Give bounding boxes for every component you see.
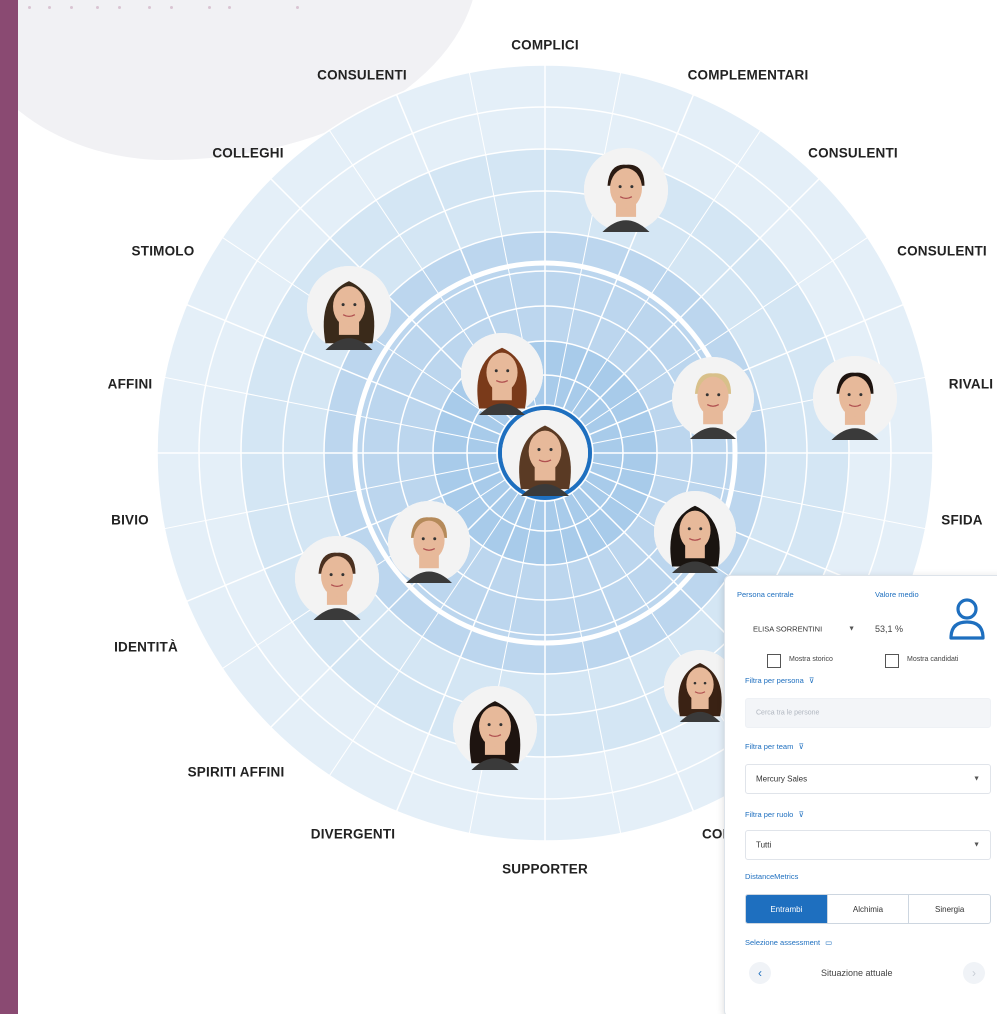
team-select[interactable]: Mercury Sales ▼ (745, 764, 991, 794)
show-candidates-checkbox[interactable] (885, 654, 899, 668)
segment-label: AFFINI (107, 376, 153, 392)
filter-role-label: Filtra per ruolo ⊽ (745, 810, 804, 819)
person-male-avatar-icon[interactable] (388, 501, 470, 583)
segment-label: SPIRITI AFFINI (187, 764, 285, 780)
assessment-label: Selezione assessment ▭ (745, 938, 833, 947)
funnel-icon: ⊽ (798, 810, 804, 819)
central-person-select[interactable]: ELISA SORRENTINI ▼ (737, 618, 865, 640)
segment-label: SUPPORTER (502, 861, 588, 877)
user-icon (949, 598, 985, 640)
previous-assessment-button[interactable]: ‹ (749, 962, 771, 984)
person-male-avatar-icon[interactable] (295, 536, 379, 620)
average-value: 53,1 % (875, 624, 904, 634)
funnel-icon: ⊽ (808, 676, 815, 685)
metric-option-sinergia[interactable]: Sinergia (909, 895, 990, 923)
role-select[interactable]: Tutti ▼ (745, 830, 991, 860)
person-female-avatar-icon[interactable] (453, 686, 537, 770)
segment-label: COMPLICI (511, 37, 579, 53)
segment-label: STIMOLO (131, 243, 195, 259)
segment-label: IDENTITÀ (114, 639, 178, 655)
segment-label: CONSULENTI (317, 67, 407, 83)
metric-option-entrambi[interactable]: Entrambi (746, 895, 828, 923)
segment-label: COMPLEMENTARI (687, 67, 809, 83)
chevron-left-icon: ‹ (758, 966, 762, 980)
show-history-checkbox[interactable] (767, 654, 781, 668)
filter-panel: Persona centrale Valore medio ELISA SORR… (724, 575, 997, 1014)
person-female-avatar-icon[interactable] (502, 410, 588, 496)
distance-metrics-toggle: Entrambi Alchimia Sinergia (745, 894, 991, 924)
filter-person-label: Filtra per persona ⊽ (745, 676, 815, 685)
show-candidates-label: Mostra candidati (907, 656, 959, 663)
person-male-avatar-icon[interactable] (813, 356, 897, 440)
chevron-right-icon: › (972, 966, 976, 980)
show-history-label: Mostra storico (789, 656, 833, 663)
person-female-avatar-icon[interactable] (461, 333, 543, 415)
central-person-label: Persona centrale (737, 590, 794, 599)
person-male-avatar-icon[interactable] (584, 148, 668, 232)
distance-metrics-label: DistanceMetrics (745, 872, 799, 881)
segment-label: CONSULENTI (897, 243, 987, 259)
average-value-label: Valore medio (875, 590, 919, 599)
segment-label: DIVERGENTI (310, 826, 396, 842)
segment-label: RIVALI (948, 376, 994, 392)
dropdown-arrow-icon: ▼ (973, 775, 980, 783)
assessment-value: Situazione attuale (821, 968, 893, 978)
person-female-avatar-icon[interactable] (654, 491, 736, 573)
dropdown-arrow-icon: ▼ (848, 625, 855, 633)
segment-label: COLLEGHI (212, 145, 284, 161)
segment-label: SFIDA (941, 512, 983, 528)
next-assessment-button[interactable]: › (963, 962, 985, 984)
segment-label: CONSULENTI (808, 145, 898, 161)
person-female-avatar-icon[interactable] (307, 266, 391, 350)
dropdown-arrow-icon: ▼ (973, 841, 980, 849)
person-search-input[interactable]: Cerca tra le persone (745, 698, 991, 728)
calendar-icon: ▭ (825, 938, 833, 947)
person-male-avatar-icon[interactable] (672, 357, 754, 439)
app-canvas: COMPLICI COMPLEMENTARI CONSULENTI CONSULENT… (18, 0, 997, 1014)
filter-team-label: Filtra per team ⊽ (745, 742, 804, 751)
funnel-icon: ⊽ (798, 742, 804, 751)
metric-option-alchimia[interactable]: Alchimia (828, 895, 910, 923)
segment-label: BIVIO (111, 512, 149, 528)
